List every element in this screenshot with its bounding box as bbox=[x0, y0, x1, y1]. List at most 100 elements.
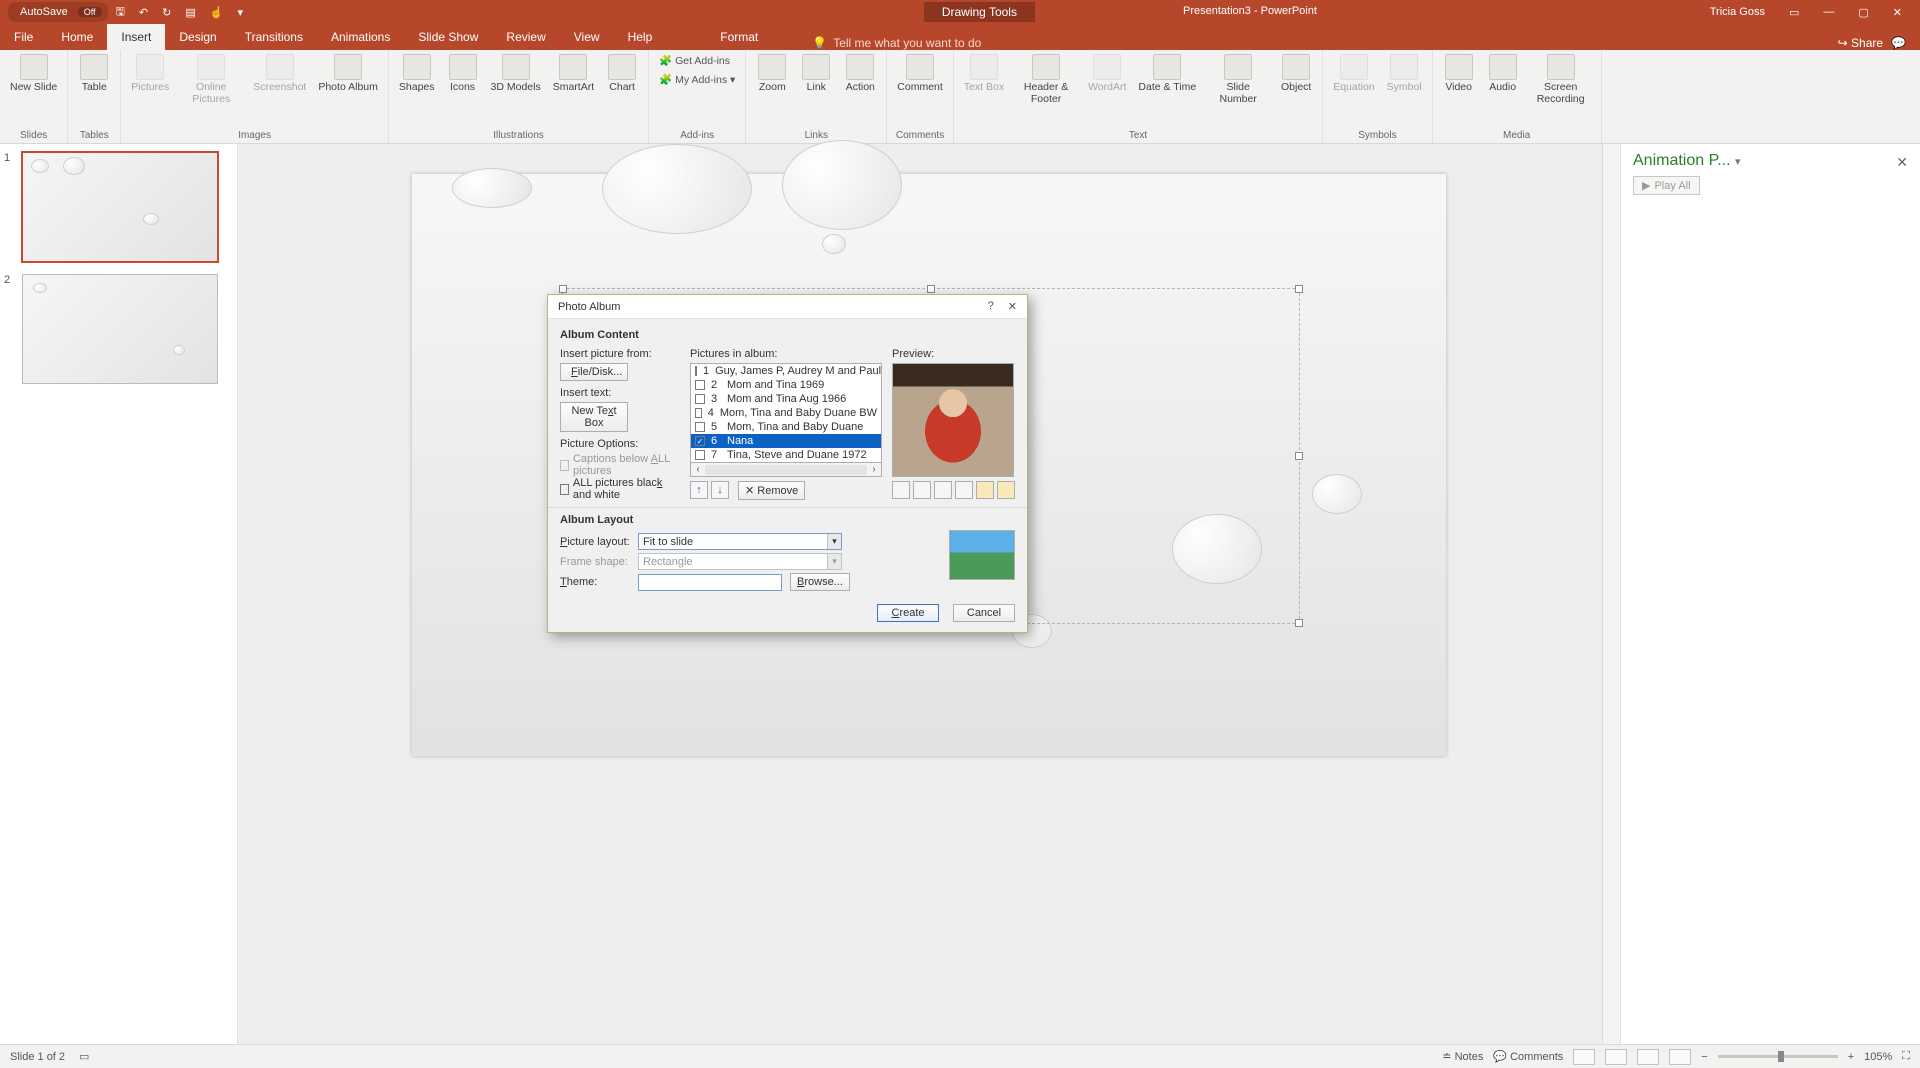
list-item-checkbox[interactable] bbox=[695, 366, 697, 376]
zoom-level[interactable]: 105% bbox=[1864, 1051, 1892, 1063]
close-icon[interactable]: ✕ bbox=[1883, 2, 1912, 23]
theme-input[interactable] bbox=[638, 574, 782, 591]
rotate-left-icon[interactable] bbox=[892, 481, 910, 499]
comment-button[interactable]: Comment bbox=[893, 52, 947, 96]
picture-list-item[interactable]: 5Mom, Tina and Baby Duane bbox=[691, 420, 881, 434]
slide-thumbnail-panel[interactable]: 1 2 bbox=[0, 144, 238, 1044]
zoom-button[interactable]: Zoom bbox=[752, 52, 792, 96]
dialog-help-icon[interactable]: ? bbox=[988, 300, 994, 313]
list-scroll-left-icon[interactable]: ‹ bbox=[691, 464, 705, 475]
tab-design[interactable]: Design bbox=[165, 24, 230, 50]
action-button[interactable]: Action bbox=[840, 52, 880, 96]
save-icon[interactable]: 🖫 bbox=[110, 1, 131, 24]
contrast-down-icon[interactable] bbox=[955, 481, 973, 499]
from-beginning-icon[interactable]: ▤ bbox=[179, 4, 201, 21]
tab-slideshow[interactable]: Slide Show bbox=[404, 24, 492, 50]
accessibility-icon[interactable]: ▭ bbox=[79, 1050, 89, 1063]
3d-models-button[interactable]: 3D Models bbox=[487, 52, 545, 96]
touch-mode-icon[interactable]: ☝ bbox=[204, 4, 230, 21]
tab-transitions[interactable]: Transitions bbox=[231, 24, 317, 50]
zoom-in-icon[interactable]: + bbox=[1848, 1051, 1854, 1063]
animation-pane-close-icon[interactable]: ✕ bbox=[1896, 154, 1908, 171]
brightness-up-icon[interactable] bbox=[976, 481, 994, 499]
online-pictures-button[interactable]: Online Pictures bbox=[177, 52, 245, 107]
cancel-button[interactable]: Cancel bbox=[953, 604, 1015, 622]
contrast-up-icon[interactable] bbox=[934, 481, 952, 499]
tell-me-search[interactable]: 💡 Tell me what you want to do bbox=[812, 36, 981, 50]
slide-thumbnail-1[interactable] bbox=[22, 152, 218, 262]
redo-icon[interactable]: ↻ bbox=[156, 4, 177, 21]
tab-home[interactable]: Home bbox=[47, 24, 107, 50]
browse-button[interactable]: Browse... bbox=[790, 573, 850, 591]
bw-checkbox[interactable] bbox=[560, 484, 569, 495]
slide-sorter-view-icon[interactable] bbox=[1605, 1049, 1627, 1065]
minimize-icon[interactable]: — bbox=[1813, 2, 1844, 22]
rotate-right-icon[interactable] bbox=[913, 481, 931, 499]
tab-view[interactable]: View bbox=[560, 24, 614, 50]
tab-file[interactable]: File bbox=[0, 24, 47, 50]
list-item-checkbox[interactable] bbox=[695, 450, 705, 460]
list-item-checkbox[interactable] bbox=[695, 394, 705, 404]
zoom-out-icon[interactable]: − bbox=[1701, 1051, 1707, 1063]
autosave-toggle[interactable]: AutoSave Off bbox=[8, 2, 108, 22]
my-addins-button[interactable]: 🧩 My Add-ins ▾ bbox=[655, 71, 739, 88]
tab-insert[interactable]: Insert bbox=[107, 24, 165, 50]
text-box-button[interactable]: Text Box bbox=[960, 52, 1008, 107]
icons-button[interactable]: Icons bbox=[443, 52, 483, 96]
notes-button[interactable]: ≐ Notes bbox=[1442, 1050, 1483, 1063]
link-button[interactable]: Link bbox=[796, 52, 836, 96]
picture-list-item[interactable]: 2Mom and Tina 1969 bbox=[691, 378, 881, 392]
photo-album-button[interactable]: Photo Album bbox=[314, 52, 382, 107]
file-disk-button[interactable]: File/Disk... bbox=[560, 363, 628, 381]
move-up-button[interactable]: ↑ bbox=[690, 481, 708, 499]
wordart-button[interactable]: WordArt bbox=[1084, 52, 1130, 107]
header-footer-button[interactable]: Header & Footer bbox=[1012, 52, 1080, 107]
slide-number-button[interactable]: Slide Number bbox=[1204, 52, 1272, 107]
screenshot-button[interactable]: Screenshot bbox=[249, 52, 310, 107]
fit-to-window-icon[interactable]: ⛶ bbox=[1902, 1050, 1910, 1063]
tab-format[interactable]: Format bbox=[706, 24, 772, 50]
object-button[interactable]: Object bbox=[1276, 52, 1316, 107]
slide-thumbnail-2[interactable] bbox=[22, 274, 218, 384]
picture-list-item[interactable]: ✓6Nana bbox=[691, 434, 881, 448]
create-button[interactable]: Create bbox=[877, 604, 939, 622]
pictures-button[interactable]: Pictures bbox=[127, 52, 173, 107]
new-text-box-button[interactable]: New Text Box bbox=[560, 402, 628, 432]
tab-animations[interactable]: Animations bbox=[317, 24, 404, 50]
list-scroll-track[interactable] bbox=[705, 465, 867, 475]
picture-layout-combo[interactable]: Fit to slide▾ bbox=[638, 533, 842, 550]
list-item-checkbox[interactable] bbox=[695, 422, 705, 432]
get-addins-button[interactable]: 🧩 Get Add-ins bbox=[655, 52, 739, 69]
zoom-slider[interactable] bbox=[1718, 1055, 1838, 1058]
table-button[interactable]: Table bbox=[74, 52, 114, 96]
date-time-button[interactable]: Date & Time bbox=[1134, 52, 1200, 107]
smartart-button[interactable]: SmartArt bbox=[549, 52, 598, 96]
comments-button[interactable]: 💬 Comments bbox=[1493, 1050, 1563, 1063]
dialog-close-icon[interactable]: ✕ bbox=[1008, 300, 1017, 313]
equation-button[interactable]: Equation bbox=[1329, 52, 1378, 96]
new-slide-button[interactable]: New Slide bbox=[6, 52, 61, 96]
user-name[interactable]: Tricia Goss bbox=[1700, 2, 1775, 22]
shapes-button[interactable]: Shapes bbox=[395, 52, 439, 96]
play-all-button[interactable]: ▶ Play All bbox=[1633, 176, 1700, 195]
maximize-icon[interactable]: ▢ bbox=[1848, 2, 1878, 23]
undo-icon[interactable]: ↶ bbox=[133, 4, 154, 21]
ribbon-display-icon[interactable]: ▭ bbox=[1779, 2, 1809, 23]
tab-help[interactable]: Help bbox=[614, 24, 667, 50]
slideshow-view-icon[interactable] bbox=[1669, 1049, 1691, 1065]
symbol-button[interactable]: Symbol bbox=[1383, 52, 1426, 96]
picture-list-item[interactable]: 4Mom, Tina and Baby Duane BW bbox=[691, 406, 881, 420]
reading-view-icon[interactable] bbox=[1637, 1049, 1659, 1065]
picture-list-item[interactable]: 1Guy, James P, Audrey M and Paul M Coll bbox=[691, 364, 881, 378]
picture-list-item[interactable]: 7Tina, Steve and Duane 1972 bbox=[691, 448, 881, 462]
brightness-down-icon[interactable] bbox=[997, 481, 1015, 499]
picture-list-item[interactable]: 3Mom and Tina Aug 1966 bbox=[691, 392, 881, 406]
list-scroll-right-icon[interactable]: › bbox=[867, 464, 881, 475]
list-item-checkbox[interactable]: ✓ bbox=[695, 436, 705, 446]
chart-button[interactable]: Chart bbox=[602, 52, 642, 96]
normal-view-icon[interactable] bbox=[1573, 1049, 1595, 1065]
comments-icon[interactable]: 💬 bbox=[1891, 36, 1906, 50]
audio-button[interactable]: Audio bbox=[1483, 52, 1523, 107]
screen-recording-button[interactable]: Screen Recording bbox=[1527, 52, 1595, 107]
move-down-button[interactable]: ↓ bbox=[711, 481, 729, 499]
